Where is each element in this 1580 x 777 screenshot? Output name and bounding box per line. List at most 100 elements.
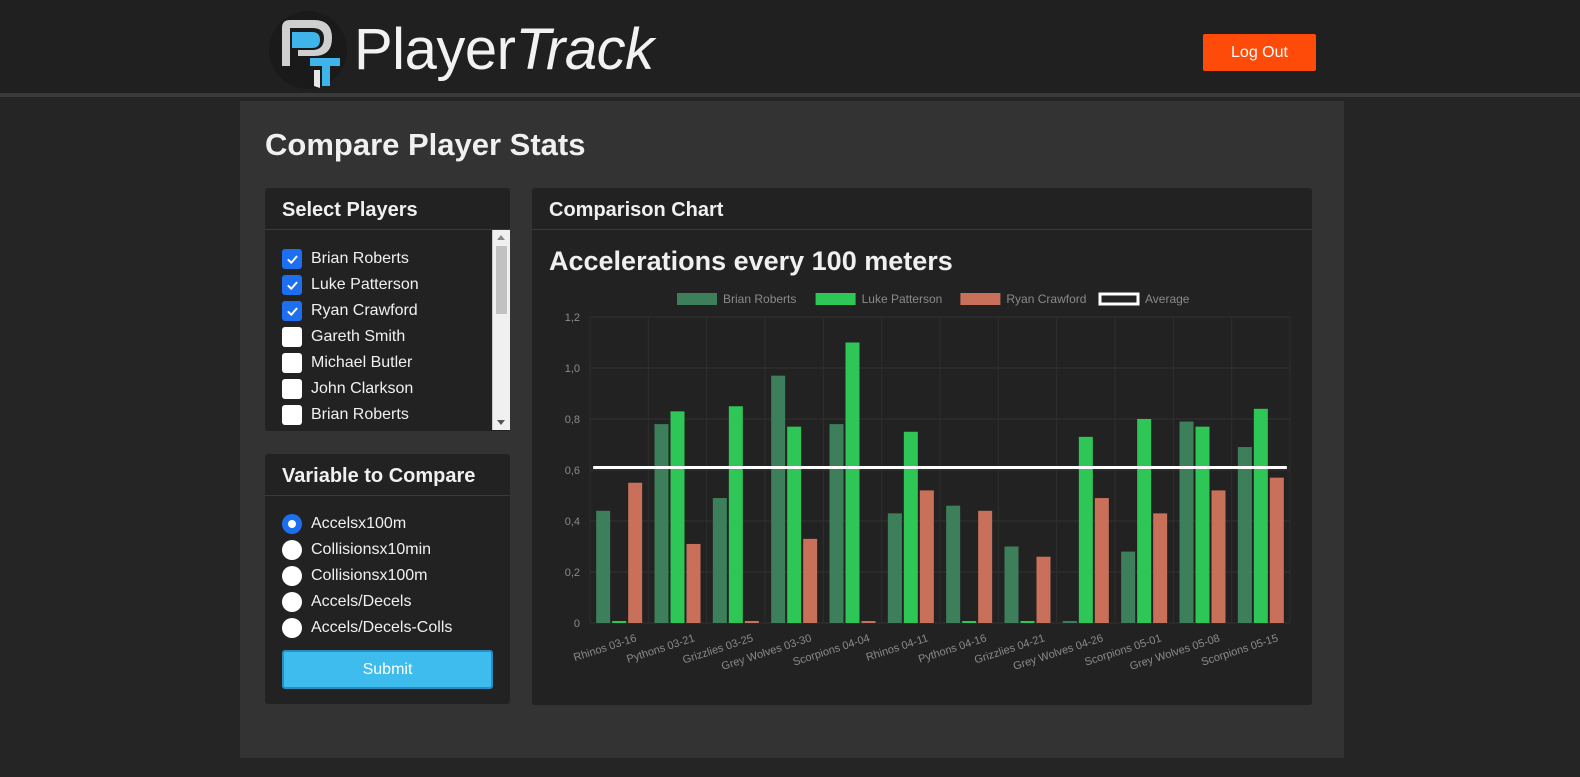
legend-label: Luke Patterson bbox=[862, 292, 943, 306]
legend-label: Average bbox=[1145, 292, 1190, 306]
y-tick-label: 0,2 bbox=[565, 567, 580, 579]
bar-ryan-crawford bbox=[686, 543, 701, 623]
bar-brian-roberts bbox=[1237, 447, 1252, 623]
bar-luke-patterson bbox=[1195, 426, 1210, 623]
select-players-title: Select Players bbox=[265, 188, 510, 230]
player-label: John Clarkson bbox=[311, 380, 414, 397]
variable-option[interactable]: Collisionsx100m bbox=[265, 563, 510, 589]
variable-options: Accelsx100m Collisionsx10min Collisionsx… bbox=[265, 496, 510, 641]
brand-part-2: Track bbox=[515, 17, 654, 82]
player-checkbox[interactable] bbox=[282, 249, 302, 269]
player-item[interactable]: Michael Butler bbox=[265, 350, 510, 376]
select-players-card: Select Players Brian Roberts Luke Patter… bbox=[265, 188, 510, 431]
player-list-scrollbar[interactable] bbox=[492, 230, 510, 430]
player-item[interactable]: Brian Roberts bbox=[265, 402, 510, 428]
player-checkbox[interactable] bbox=[282, 405, 302, 425]
bar-ryan-crawford bbox=[1094, 498, 1109, 623]
player-checkbox[interactable] bbox=[282, 353, 302, 373]
y-tick-label: 1,2 bbox=[565, 312, 580, 324]
scroll-down-arrow-icon[interactable] bbox=[497, 420, 505, 425]
bar-brian-roberts bbox=[712, 498, 727, 623]
logout-button[interactable]: Log Out bbox=[1203, 34, 1316, 71]
player-checkbox[interactable] bbox=[282, 379, 302, 399]
player-item[interactable]: Gareth Smith bbox=[265, 324, 510, 350]
variable-radio[interactable] bbox=[282, 566, 302, 586]
scroll-thumb[interactable] bbox=[496, 246, 507, 314]
bar-luke-patterson bbox=[962, 621, 977, 623]
variable-option[interactable]: Collisionsx10min bbox=[265, 537, 510, 563]
variable-option[interactable]: Accels/Decels bbox=[265, 589, 510, 615]
playertrack-logo[interactable]: PlayerTrack bbox=[268, 10, 654, 90]
variable-label: Accelsx100m bbox=[311, 515, 407, 532]
variable-label: Collisionsx10min bbox=[311, 541, 432, 558]
player-item[interactable]: Brian Roberts bbox=[265, 246, 510, 272]
bar-brian-roberts bbox=[596, 510, 611, 623]
scroll-up-arrow-icon[interactable] bbox=[497, 235, 505, 240]
bar-ryan-crawford bbox=[744, 621, 759, 623]
bar-ryan-crawford bbox=[919, 490, 934, 623]
player-label: Michael Butler bbox=[311, 354, 413, 371]
legend-swatch bbox=[960, 293, 1001, 305]
player-item[interactable]: Luke Patterson bbox=[265, 272, 510, 298]
bar-brian-roberts bbox=[829, 424, 844, 623]
checkmark-icon bbox=[286, 255, 298, 264]
y-tick-label: 0,6 bbox=[565, 465, 580, 477]
variable-option[interactable]: Accelsx100m bbox=[265, 511, 510, 537]
player-checkbox[interactable] bbox=[282, 327, 302, 347]
y-tick-label: 0,4 bbox=[565, 516, 580, 528]
bar-brian-roberts bbox=[1062, 621, 1077, 623]
variable-option[interactable]: Accels/Decels-Colls bbox=[265, 615, 510, 641]
bar-ryan-crawford bbox=[1036, 556, 1051, 623]
variable-label: Accels/Decels-Colls bbox=[311, 619, 453, 636]
comparison-chart-card: Comparison Chart Accelerations every 100… bbox=[532, 188, 1312, 705]
bar-chart: 00,20,40,60,81,01,2Rhinos 03-16Pythons 0… bbox=[565, 292, 1291, 673]
player-label: Luke Patterson bbox=[311, 276, 419, 293]
bar-luke-patterson bbox=[1020, 621, 1035, 623]
bar-ryan-crawford bbox=[1211, 490, 1226, 623]
legend-label: Brian Roberts bbox=[723, 292, 796, 306]
player-label: Brian Roberts bbox=[311, 406, 409, 423]
legend-label: Ryan Crawford bbox=[1006, 292, 1086, 306]
bar-luke-patterson bbox=[612, 621, 627, 623]
bar-luke-patterson bbox=[1137, 419, 1152, 623]
y-tick-label: 1,0 bbox=[565, 363, 580, 375]
bar-brian-roberts bbox=[946, 505, 961, 623]
bar-brian-roberts bbox=[887, 513, 902, 623]
variable-card: Variable to Compare Accelsx100m Collisio… bbox=[265, 454, 510, 704]
bar-ryan-crawford bbox=[978, 510, 993, 623]
bar-ryan-crawford bbox=[803, 538, 818, 623]
y-tick-label: 0,8 bbox=[565, 414, 580, 426]
submit-button[interactable]: Submit bbox=[282, 650, 493, 689]
bar-luke-patterson bbox=[845, 342, 860, 623]
variable-radio[interactable] bbox=[282, 592, 302, 612]
player-checkbox[interactable] bbox=[282, 275, 302, 295]
player-checkbox[interactable] bbox=[282, 301, 302, 321]
bar-luke-patterson bbox=[670, 411, 685, 623]
bar-brian-roberts bbox=[654, 424, 669, 623]
logo-mark-icon bbox=[269, 11, 347, 89]
brand-part-1: Player bbox=[354, 17, 516, 82]
bar-brian-roberts bbox=[1179, 421, 1194, 623]
checkmark-icon bbox=[286, 307, 298, 316]
variable-radio[interactable] bbox=[282, 618, 302, 638]
player-item[interactable]: Ryan Crawford bbox=[265, 298, 510, 324]
variable-label: Accels/Decels bbox=[311, 593, 412, 610]
main-panel: Compare Player Stats Select Players Bria… bbox=[240, 101, 1344, 758]
bar-brian-roberts bbox=[1121, 551, 1136, 623]
bar-luke-patterson bbox=[903, 431, 918, 623]
legend-swatch bbox=[1098, 292, 1140, 306]
player-label: Ryan Crawford bbox=[311, 302, 418, 319]
player-list[interactable]: Brian Roberts Luke Patterson Ryan Crawfo… bbox=[265, 230, 510, 430]
page-title: Compare Player Stats bbox=[265, 127, 586, 162]
variable-radio[interactable] bbox=[282, 514, 302, 534]
chart-title: Accelerations every 100 meters bbox=[549, 246, 953, 276]
bar-luke-patterson bbox=[1253, 408, 1268, 623]
player-label: Brian Roberts bbox=[311, 250, 409, 267]
bar-ryan-crawford bbox=[1269, 477, 1284, 623]
bar-luke-patterson bbox=[728, 406, 743, 623]
variable-label: Collisionsx100m bbox=[311, 567, 428, 584]
bar-ryan-crawford bbox=[628, 482, 643, 623]
variable-radio[interactable] bbox=[282, 540, 302, 560]
player-item[interactable]: John Clarkson bbox=[265, 376, 510, 402]
player-label: Gareth Smith bbox=[311, 328, 406, 345]
